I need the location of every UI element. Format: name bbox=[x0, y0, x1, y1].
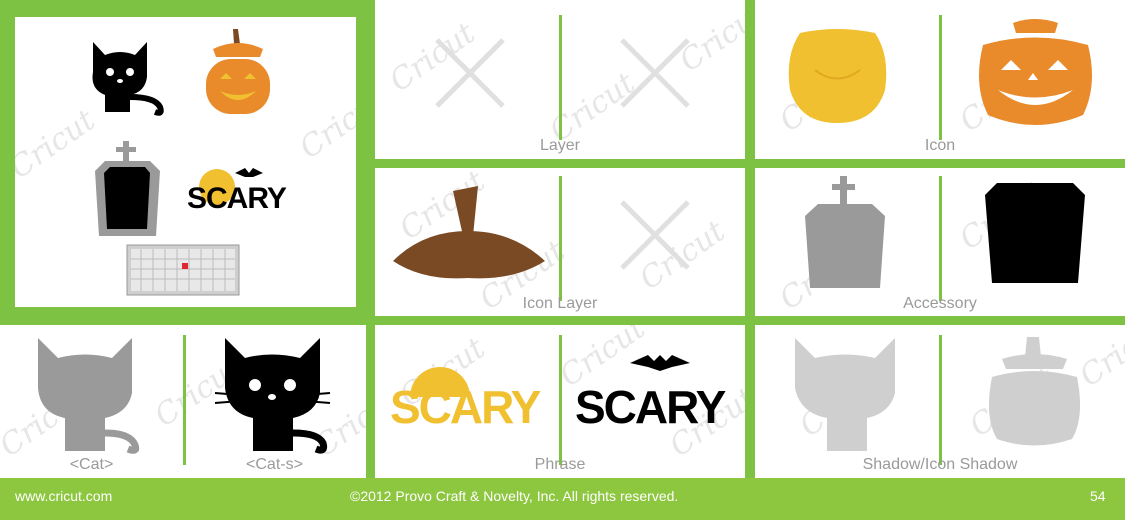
bat-icon bbox=[630, 355, 690, 371]
keypad-overlay-icon bbox=[126, 244, 240, 296]
cat-cut-icon bbox=[214, 338, 331, 454]
phrase-text-cut: SCARY bbox=[575, 381, 726, 433]
jack-o-lantern-icon bbox=[979, 19, 1092, 125]
overview-phrase-text: SCARY bbox=[187, 182, 287, 215]
footer-copyright: ©2012 Provo Craft & Novelty, Inc. All ri… bbox=[350, 488, 679, 504]
icon-layer-label: Icon Layer bbox=[522, 295, 598, 312]
panel-divider bbox=[939, 15, 942, 140]
phrase-panel: Cricut Cricut Cricut SCARY SCARY Phrase bbox=[375, 325, 745, 478]
accessory-panel: Cricut Cricut Accessory bbox=[755, 168, 1125, 316]
cat-shadow-icon bbox=[795, 338, 895, 451]
empty-x-icon bbox=[435, 38, 505, 108]
panel-divider bbox=[939, 335, 942, 465]
phrase-text-shadow: SCARY bbox=[390, 381, 541, 433]
panel-divider bbox=[183, 335, 186, 465]
shadow-label: Shadow/Icon Shadow bbox=[862, 456, 1018, 473]
empty-x-icon bbox=[620, 38, 690, 108]
footer-website-link[interactable]: www.cricut.com bbox=[15, 488, 112, 504]
cat-panel: Cricut Cricut Cricut <Cat> <Cat-s> bbox=[0, 325, 366, 478]
empty-x-icon bbox=[620, 200, 690, 270]
panel-divider bbox=[939, 176, 942, 301]
cat-icon bbox=[92, 42, 164, 116]
phrase-label: Phrase bbox=[534, 456, 586, 473]
pumpkin-icon bbox=[206, 29, 270, 114]
pumpkin-shadow-icon bbox=[988, 337, 1081, 446]
pumpkin-stem-icon bbox=[393, 186, 545, 279]
icon-panel: Cricut Cricut Icon bbox=[755, 0, 1125, 159]
icon-label: Icon bbox=[924, 137, 956, 154]
shadow-panel: Cricut Cricut Cricut Shadow/Icon Shadow bbox=[755, 325, 1125, 478]
cat-shadow-icon bbox=[38, 338, 140, 454]
accessory-label: Accessory bbox=[903, 295, 977, 312]
panel-divider bbox=[559, 176, 562, 301]
footer-page-number: 54 bbox=[1090, 488, 1106, 504]
footer-bar: www.cricut.com ©2012 Provo Craft & Novel… bbox=[0, 478, 1125, 520]
layer-label: Layer bbox=[539, 137, 581, 154]
icon-layer-panel: Cricut Cricut Cricut Icon Layer bbox=[375, 168, 745, 316]
panel-divider bbox=[559, 335, 562, 465]
cat-s-label: <Cat-s> bbox=[246, 456, 303, 473]
overview-panel: Cricut Cricut SCARY bbox=[15, 17, 356, 307]
pumpkin-base-icon bbox=[788, 29, 887, 123]
tombstone-accessory-icon bbox=[805, 176, 885, 288]
watermark: Cricut bbox=[293, 82, 356, 167]
tombstone-shadow-icon bbox=[985, 183, 1085, 283]
panel-divider bbox=[559, 15, 562, 140]
tombstone-icon bbox=[95, 141, 160, 236]
cat-label: <Cat> bbox=[69, 456, 114, 473]
layer-panel: Cricut Cricut Cricut Layer bbox=[375, 0, 745, 159]
